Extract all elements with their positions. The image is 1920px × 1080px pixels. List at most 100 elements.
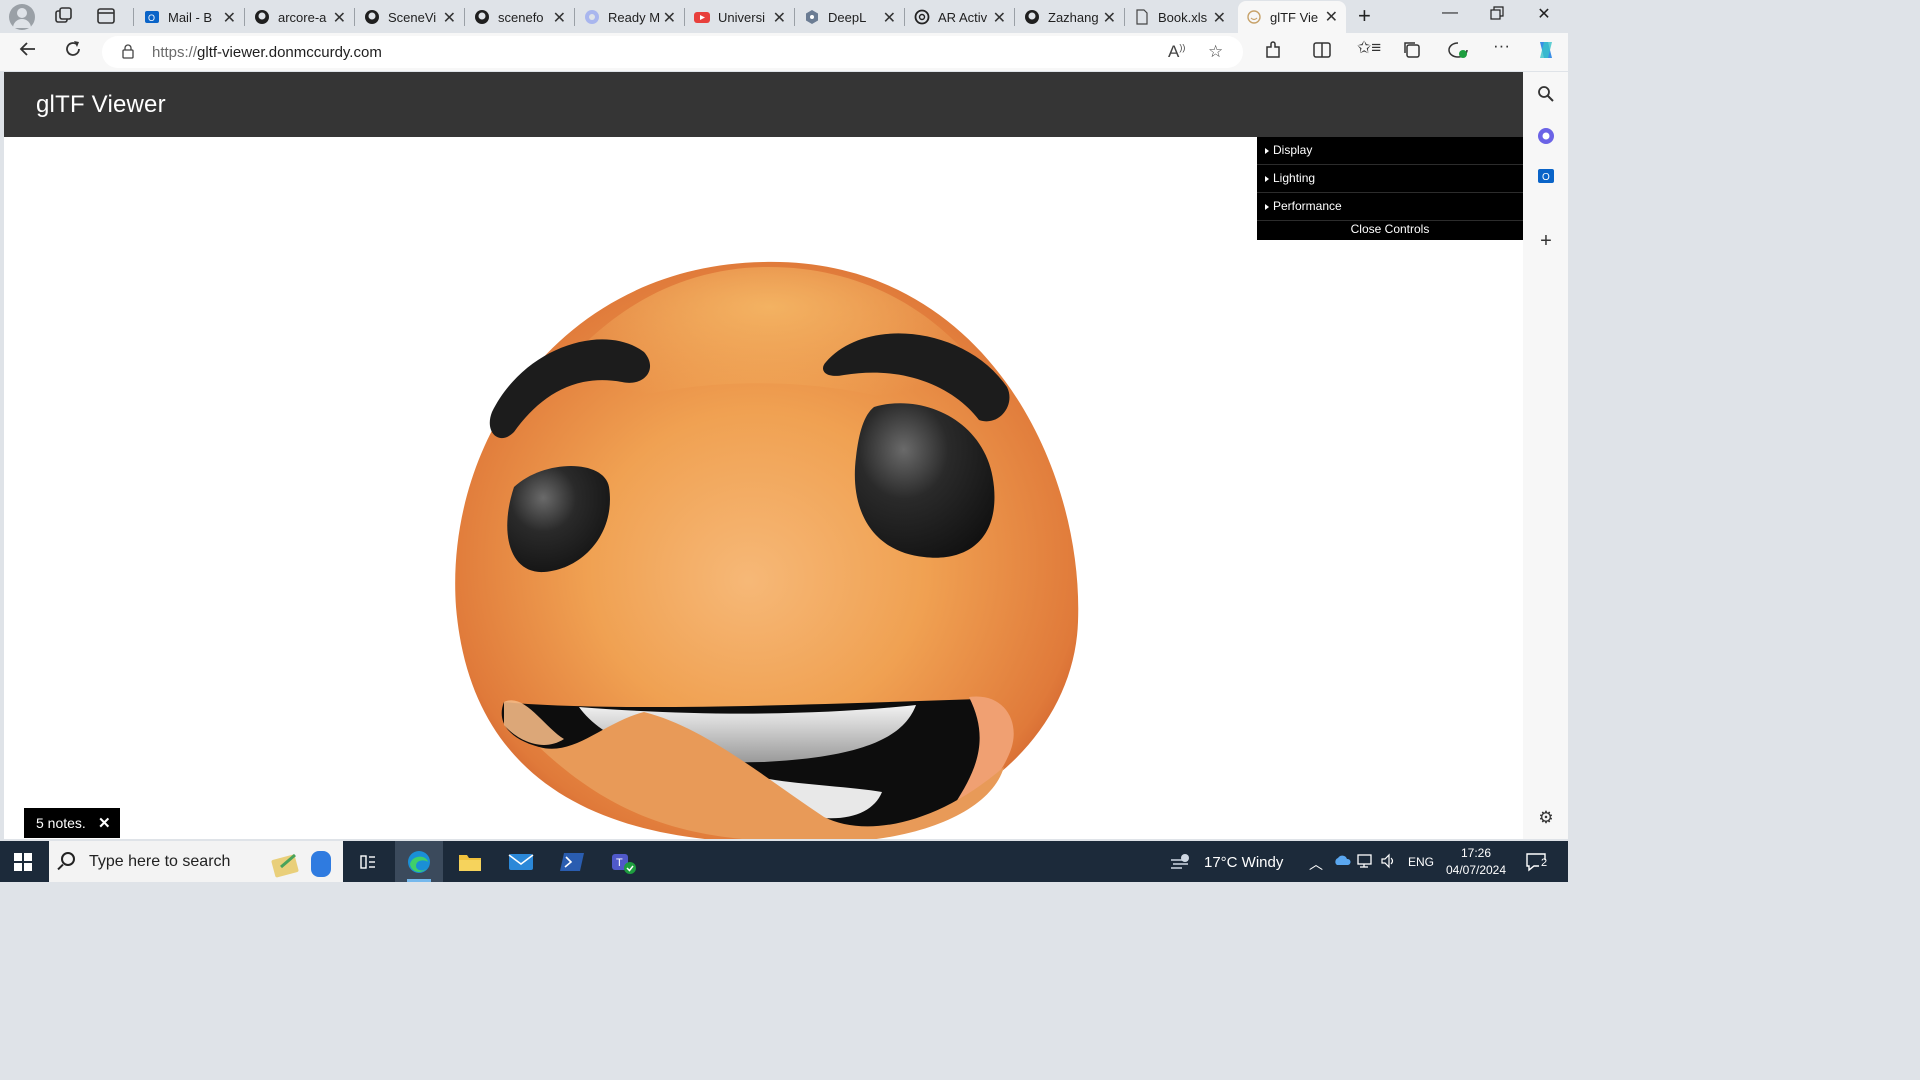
more-options-icon[interactable]: ··· xyxy=(1493,36,1510,56)
minimize-icon[interactable]: — xyxy=(1435,4,1465,22)
onedrive-icon[interactable] xyxy=(1333,853,1351,869)
tab-strip: O Mail - B ✕ arcore-a ✕ SceneVi ✕ scenef… xyxy=(0,0,1568,33)
controls-panel: Display Lighting Performance Close Contr… xyxy=(1257,137,1523,240)
close-window-icon[interactable]: ✕ xyxy=(1529,4,1559,24)
volume-icon[interactable] xyxy=(1380,853,1398,872)
close-tab-icon[interactable]: ✕ xyxy=(553,8,566,28)
show-hidden-icons-icon[interactable]: ︿ xyxy=(1309,854,1323,874)
close-tab-icon[interactable]: ✕ xyxy=(663,8,676,28)
tab-title: Ready M xyxy=(608,9,660,25)
browser-toolbar: https://gltf-viewer.donmccurdy.com A)) ☆… xyxy=(0,33,1568,71)
windows-start-icon[interactable] xyxy=(14,853,32,871)
favorites-icon[interactable]: ✩≡ xyxy=(1357,38,1381,58)
search-icon xyxy=(61,852,75,866)
sidebar-settings-icon[interactable]: ⚙ xyxy=(1535,807,1557,829)
favorite-star-icon[interactable]: ☆ xyxy=(1208,42,1223,62)
tab-actions-icon[interactable] xyxy=(95,5,119,27)
close-notes-icon[interactable]: ✕ xyxy=(98,814,111,832)
tab-sceneform[interactable]: scenefo ✕ xyxy=(466,2,574,32)
close-tab-icon[interactable]: ✕ xyxy=(443,8,456,28)
deepl-icon xyxy=(804,9,820,25)
weather-icon[interactable] xyxy=(1168,851,1194,874)
emoji-3d-model[interactable] xyxy=(4,137,1523,839)
profile-avatar-icon[interactable] xyxy=(9,4,35,30)
notification-center-icon[interactable]: 2 xyxy=(1525,851,1551,876)
close-tab-icon[interactable]: ✕ xyxy=(1213,8,1226,28)
close-tab-icon[interactable]: ✕ xyxy=(1103,8,1116,28)
folder-performance[interactable]: Performance xyxy=(1257,193,1523,221)
sidebar-add-icon[interactable]: + xyxy=(1535,230,1557,252)
svg-text:T: T xyxy=(616,857,623,869)
weather-text[interactable]: 17°C Windy xyxy=(1204,854,1283,871)
lock-icon[interactable] xyxy=(122,44,134,59)
taskbar-search-box[interactable]: Type here to search xyxy=(49,841,343,882)
tab-title: arcore-a xyxy=(278,9,327,25)
tab-mail[interactable]: O Mail - B ✕ xyxy=(136,2,244,32)
collections-icon[interactable] xyxy=(1402,40,1422,65)
svg-text:O: O xyxy=(1542,172,1550,183)
close-tab-icon[interactable]: ✕ xyxy=(223,8,236,28)
page-title: glTF Viewer xyxy=(36,91,166,118)
close-tab-icon[interactable]: ✕ xyxy=(773,8,786,28)
sidebar-copilot-app-icon[interactable] xyxy=(1535,125,1557,147)
workspaces-icon[interactable] xyxy=(52,5,76,27)
tab-zazhang[interactable]: Zazhang ✕ xyxy=(1016,2,1124,32)
task-view-icon[interactable] xyxy=(343,841,391,882)
split-screen-icon[interactable] xyxy=(1312,40,1332,65)
file-explorer-icon[interactable] xyxy=(446,841,494,882)
mail-app-icon[interactable] xyxy=(497,841,545,882)
copilot-icon[interactable] xyxy=(1534,38,1558,67)
tab-deepl[interactable]: DeepL ✕ xyxy=(796,2,904,32)
browser-essentials-icon[interactable] xyxy=(1447,40,1469,65)
address-bar[interactable]: https://gltf-viewer.donmccurdy.com A)) ☆ xyxy=(102,36,1243,68)
teams-icon[interactable]: T xyxy=(599,841,647,882)
notes-label: 5 notes. xyxy=(36,815,86,831)
url-text[interactable]: https://gltf-viewer.donmccurdy.com xyxy=(152,44,382,61)
tab-gltf-viewer[interactable]: glTF Vie ✕ xyxy=(1238,1,1346,33)
folder-display[interactable]: Display xyxy=(1257,137,1523,165)
search-placeholder: Type here to search xyxy=(89,853,231,870)
tab-ready-player-me[interactable]: Ready M ✕ xyxy=(576,2,684,32)
youtube-icon xyxy=(694,9,710,25)
folder-lighting[interactable]: Lighting xyxy=(1257,165,1523,193)
edge-app-icon[interactable] xyxy=(395,841,443,882)
close-tab-icon[interactable]: ✕ xyxy=(1325,7,1338,27)
tab-title: Universi xyxy=(718,9,765,25)
tab-title: Mail - B xyxy=(168,9,213,25)
tab-title: scenefo xyxy=(498,9,544,25)
system-clock[interactable]: 17:26 04/07/2024 xyxy=(1443,845,1509,879)
clock-date: 04/07/2024 xyxy=(1445,863,1507,877)
sidebar-outlook-icon[interactable]: O xyxy=(1535,165,1557,187)
extensions-icon[interactable] xyxy=(1263,40,1283,65)
tab-title: Book.xls xyxy=(1158,9,1208,25)
network-icon[interactable] xyxy=(1356,853,1374,872)
3d-viewport[interactable] xyxy=(4,137,1523,839)
clock-time: 17:26 xyxy=(1460,846,1492,860)
tab-arcore[interactable]: arcore-a ✕ xyxy=(246,2,354,32)
tab-universe[interactable]: Universi ✕ xyxy=(686,2,794,32)
site-header: glTF Viewer xyxy=(4,72,1523,137)
github-icon xyxy=(364,9,380,25)
tab-ar-activity[interactable]: AR Activ ✕ xyxy=(906,2,1014,32)
sidebar-search-icon[interactable] xyxy=(1535,83,1557,105)
back-icon[interactable] xyxy=(18,39,38,65)
powershell-icon[interactable] xyxy=(548,841,596,882)
notification-count: 2 xyxy=(1541,857,1548,869)
tab-title: Zazhang xyxy=(1048,9,1099,25)
new-tab-icon[interactable]: + xyxy=(1358,3,1371,29)
read-aloud-icon[interactable]: A)) xyxy=(1168,42,1185,62)
language-indicator[interactable]: ENG xyxy=(1408,855,1434,869)
refresh-icon[interactable] xyxy=(63,39,83,65)
tab-book-xls[interactable]: Book.xls ✕ xyxy=(1126,2,1234,32)
close-controls-button[interactable]: Close Controls xyxy=(1257,221,1523,240)
close-tab-icon[interactable]: ✕ xyxy=(993,8,1006,28)
tab-title: DeepL xyxy=(828,9,867,25)
notes-badge: 5 notes. ✕ xyxy=(24,808,120,838)
outlook-icon: O xyxy=(144,9,160,25)
github-icon xyxy=(1024,9,1040,25)
close-tab-icon[interactable]: ✕ xyxy=(333,8,346,28)
tab-sceneview[interactable]: SceneVi ✕ xyxy=(356,2,464,32)
document-icon xyxy=(1134,9,1150,25)
close-tab-icon[interactable]: ✕ xyxy=(883,8,896,28)
restore-icon[interactable] xyxy=(1482,6,1512,25)
